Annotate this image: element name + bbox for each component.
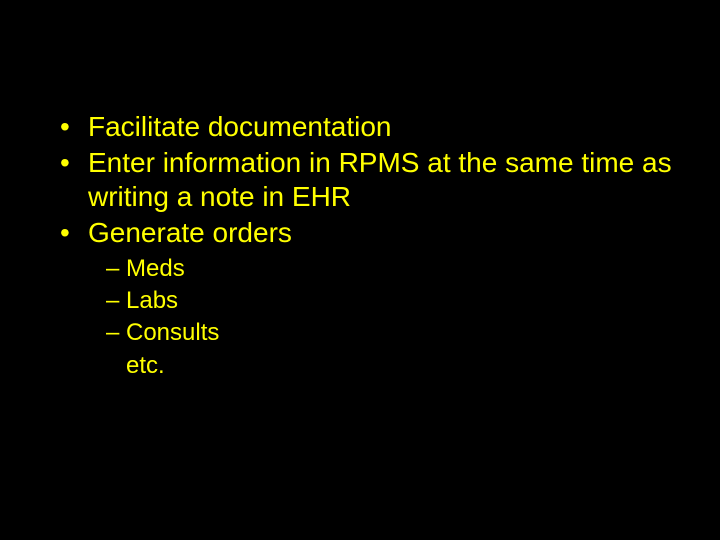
bullet-text: Facilitate documentation — [88, 111, 392, 142]
continuation-text: etc. — [88, 350, 680, 382]
sub-bullet-item: Meds — [106, 253, 680, 285]
bullet-text: Enter information in RPMS at the same ti… — [88, 147, 672, 212]
sub-bullet-text: Meds — [126, 255, 185, 282]
bullet-text: Generate orders — [88, 217, 292, 248]
sub-bullet-text: Labs — [126, 287, 178, 314]
bullet-list-level1: Facilitate documentation Enter informati… — [60, 110, 680, 382]
bullet-list-level2: Meds Labs Consults — [88, 253, 680, 350]
slide-content: Facilitate documentation Enter informati… — [60, 110, 680, 384]
bullet-item: Enter information in RPMS at the same ti… — [60, 146, 680, 214]
slide: Facilitate documentation Enter informati… — [0, 0, 720, 540]
sub-bullet-item: Labs — [106, 285, 680, 317]
bullet-item: Facilitate documentation — [60, 110, 680, 144]
sub-bullet-text: Consults — [126, 319, 219, 346]
bullet-item: Generate orders Meds Labs Consults etc. — [60, 216, 680, 382]
sub-bullet-item: Consults — [106, 317, 680, 349]
